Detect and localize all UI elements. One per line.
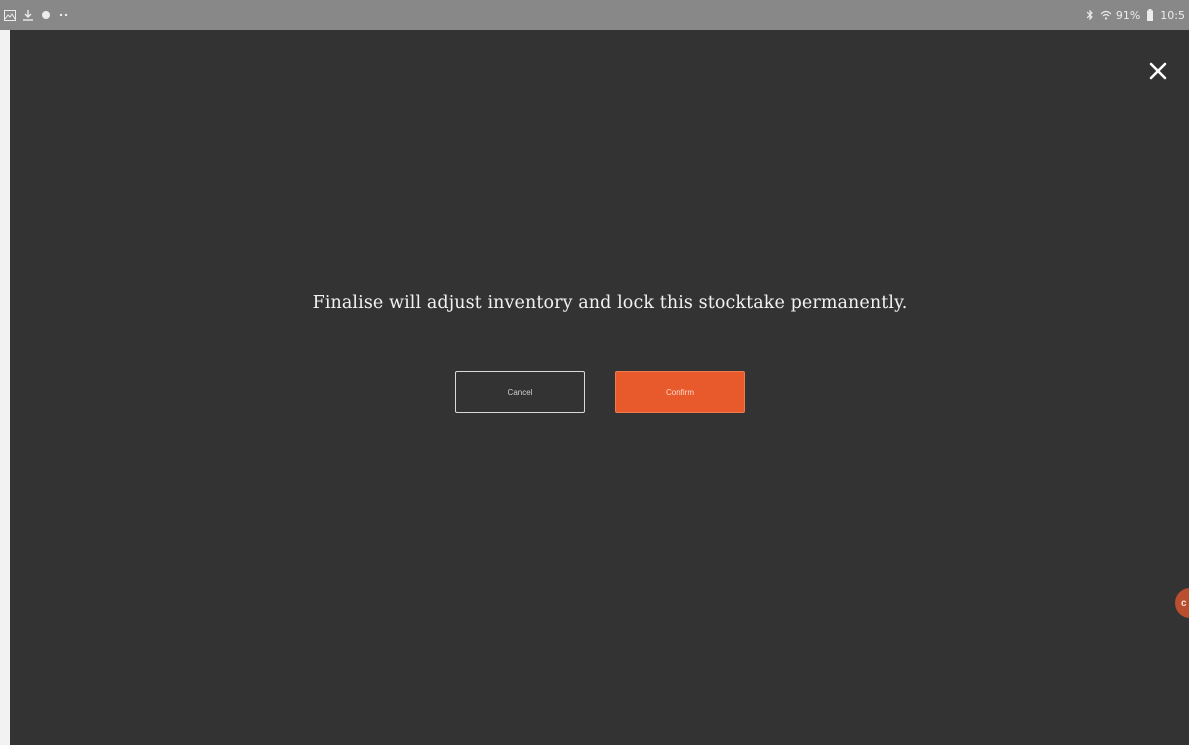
battery-percentage: 91%	[1115, 8, 1141, 22]
close-icon	[1149, 62, 1167, 80]
wifi-icon	[1100, 9, 1112, 21]
system-status-bar: 91% 10:5	[0, 0, 1189, 30]
confirmation-message: Finalise will adjust inventory and lock …	[312, 293, 908, 313]
help-chat-button[interactable]: c	[1175, 588, 1189, 618]
left-edge-strip	[0, 0, 10, 745]
more-dots-icon	[58, 9, 70, 21]
help-chat-label: c	[1181, 597, 1187, 609]
bluetooth-icon	[1084, 9, 1096, 21]
status-system-icons: 91% 10:5	[1084, 8, 1185, 22]
download-icon	[22, 9, 34, 21]
close-button[interactable]	[1147, 60, 1169, 82]
cancel-button[interactable]: Cancel	[455, 371, 585, 413]
confirmation-overlay: Finalise will adjust inventory and lock …	[10, 30, 1189, 745]
status-notification-icons	[4, 9, 70, 21]
image-icon	[4, 9, 16, 21]
battery-icon	[1144, 9, 1156, 21]
clock-time: 10:5	[1160, 8, 1185, 22]
confirm-button[interactable]: Confirm	[615, 371, 745, 413]
notification-dot-icon	[40, 9, 52, 21]
